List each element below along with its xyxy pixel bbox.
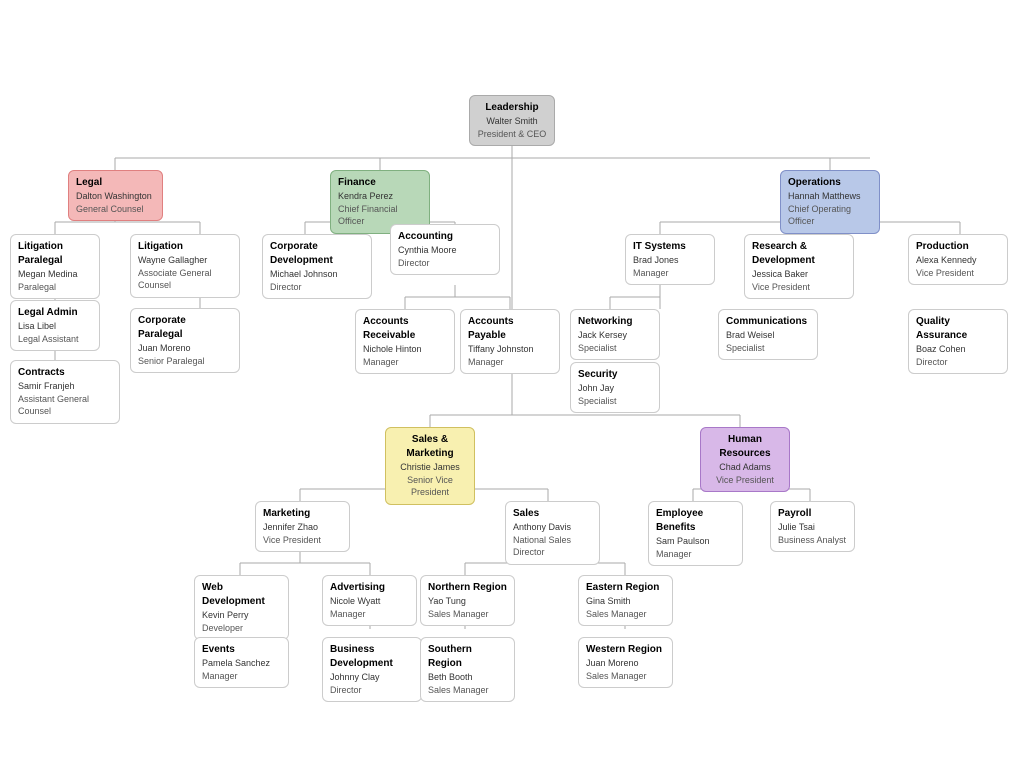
node-contracts: Contracts Samir Franjeh Assistant Genera… <box>10 360 120 424</box>
node-events: Events Pamela Sanchez Manager <box>194 637 289 688</box>
org-chart: Leadership Walter Smith President & CEO … <box>0 0 1024 768</box>
node-it-systems: IT Systems Brad Jones Manager <box>625 234 715 285</box>
node-southern-region: Southern Region Beth Booth Sales Manager <box>420 637 515 702</box>
node-biz-dev: Business Development Johnny Clay Directo… <box>322 637 422 702</box>
node-human-resources: Human Resources Chad Adams Vice Presiden… <box>700 427 790 492</box>
node-accts-receivable: Accounts Receivable Nichole Hinton Manag… <box>355 309 455 374</box>
node-western-region: Western Region Juan Moreno Sales Manager <box>578 637 673 688</box>
node-quality-assurance: Quality Assurance Boaz Cohen Director <box>908 309 1008 374</box>
node-corp-dev: Corporate Development Michael Johnson Di… <box>262 234 372 299</box>
node-accts-payable: Accounts Payable Tiffany Johnston Manage… <box>460 309 560 374</box>
node-marketing: Marketing Jennifer Zhao Vice President <box>255 501 350 552</box>
node-lit-paralegal: Litigation Paralegal Megan Medina Parale… <box>10 234 100 299</box>
node-litigation: Litigation Wayne Gallagher Associate Gen… <box>130 234 240 298</box>
node-northern-region: Northern Region Yao Tung Sales Manager <box>420 575 515 626</box>
node-legal: Legal Dalton Washington General Counsel <box>68 170 163 221</box>
node-sales: Sales Anthony Davis National Sales Direc… <box>505 501 600 565</box>
node-networking: Networking Jack Kersey Specialist <box>570 309 660 360</box>
node-leadership: Leadership Walter Smith President & CEO <box>469 95 555 146</box>
node-corp-paralegal: Corporate Paralegal Juan Moreno Senior P… <box>130 308 240 373</box>
node-r-and-d: Research & Development Jessica Baker Vic… <box>744 234 854 299</box>
node-communications: Communications Brad Weisel Specialist <box>718 309 818 360</box>
node-production: Production Alexa Kennedy Vice President <box>908 234 1008 285</box>
node-employee-benefits: Employee Benefits Sam Paulson Manager <box>648 501 743 566</box>
node-accounting: Accounting Cynthia Moore Director <box>390 224 500 275</box>
node-security: Security John Jay Specialist <box>570 362 660 413</box>
node-legal-admin: Legal Admin Lisa Libel Legal Assistant <box>10 300 100 351</box>
node-web-development: Web Development Kevin Perry Developer <box>194 575 289 640</box>
node-eastern-region: Eastern Region Gina Smith Sales Manager <box>578 575 673 626</box>
node-advertising: Advertising Nicole Wyatt Manager <box>322 575 417 626</box>
node-operations: Operations Hannah Matthews Chief Operati… <box>780 170 880 234</box>
node-payroll: Payroll Julie Tsai Business Analyst <box>770 501 855 552</box>
node-sales-marketing: Sales & Marketing Christie James Senior … <box>385 427 475 505</box>
